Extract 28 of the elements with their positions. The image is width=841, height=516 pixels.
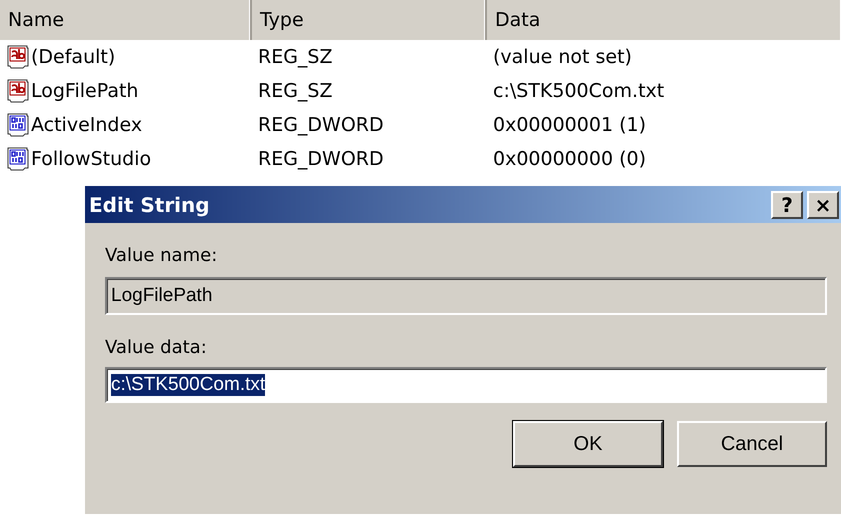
string-value-icon (7, 45, 29, 69)
field-label: Value data: (105, 337, 208, 359)
dialog-title: Edit String (89, 192, 211, 216)
value-name[interactable]: FollowStudio (31, 148, 152, 170)
value-data: 0x00000001 (1) (493, 114, 646, 136)
value-data: 0x00000000 (0) (493, 148, 646, 170)
binary-value-icon (7, 147, 29, 171)
binary-value-icon (7, 113, 29, 137)
string-value-icon (7, 79, 29, 103)
value-data: c:\STK500Com.txt (493, 80, 664, 102)
help-button[interactable]: ? (771, 190, 803, 218)
value-type: REG_SZ (258, 80, 333, 102)
cancel-button[interactable]: Cancel (677, 421, 827, 467)
value-type: REG_DWORD (258, 148, 384, 170)
column-header[interactable]: Data (487, 0, 841, 40)
value-data-field[interactable]: c:\STK500Com.txt (105, 367, 827, 403)
value-name[interactable]: ActiveIndex (31, 114, 142, 136)
value-data: (value not set) (493, 46, 632, 68)
value-type: REG_DWORD (258, 114, 384, 136)
ok-button[interactable]: OK (513, 421, 663, 467)
close-button[interactable]: × (807, 190, 839, 218)
column-header[interactable]: Name (0, 0, 252, 40)
value-name[interactable]: (Default) (31, 46, 116, 68)
column-header[interactable]: Type (252, 0, 487, 40)
value-type: REG_SZ (258, 46, 333, 68)
value-name-field[interactable]: LogFilePath (105, 277, 827, 315)
field-label: Value name: (105, 245, 218, 267)
value-name[interactable]: LogFilePath (31, 80, 138, 102)
